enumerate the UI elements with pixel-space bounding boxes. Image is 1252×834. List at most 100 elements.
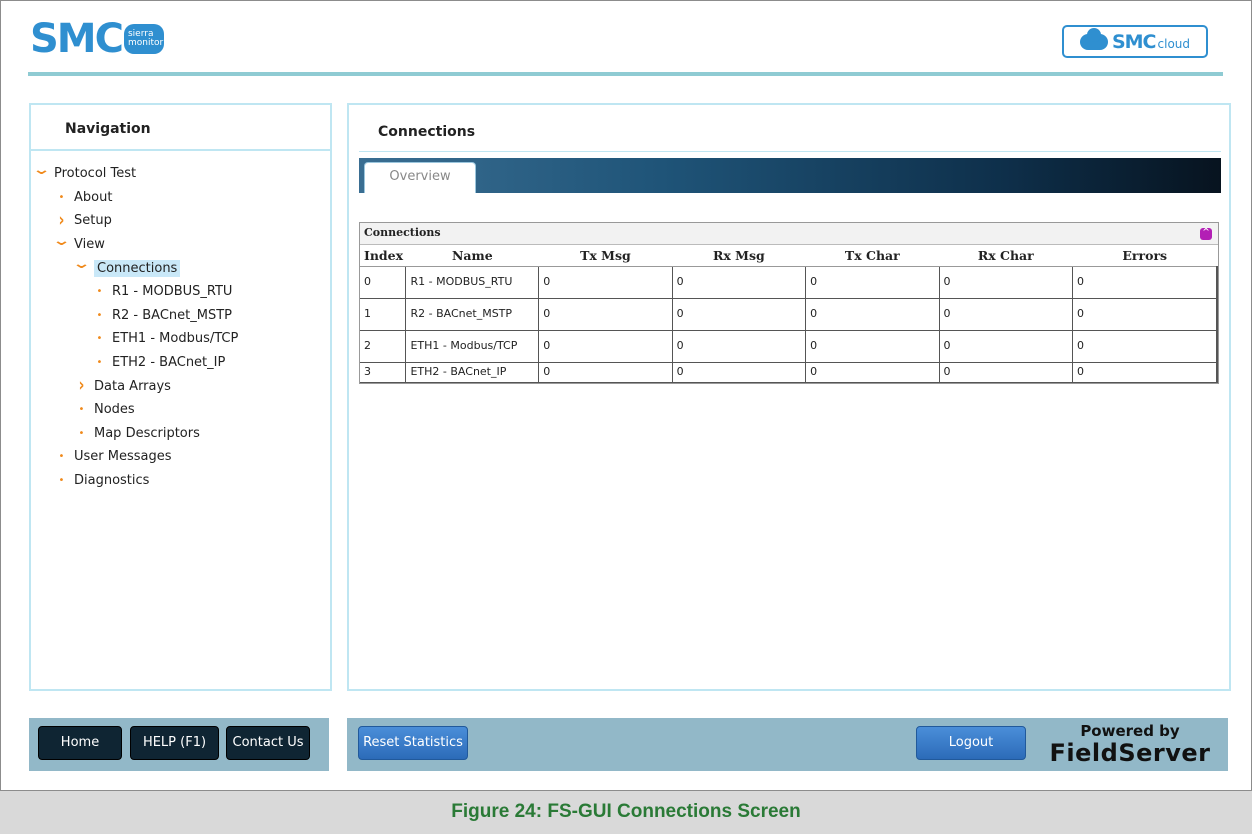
nav-item-r1-modbus-rtu[interactable]: • R1 - MODBUS_RTU xyxy=(33,280,330,304)
table-cell-errors: 0 xyxy=(1072,361,1218,383)
table-cell-rx-char: 0 xyxy=(938,329,1074,363)
table-cell-name: ETH2 - BACnet_IP xyxy=(405,361,540,383)
nav-item-about[interactable]: • About xyxy=(33,186,330,210)
column-header-rx-char: Rx Char xyxy=(939,245,1073,267)
nav-item-data-arrays[interactable]: › Data Arrays xyxy=(33,374,330,398)
nav-item-label: ETH2 - BACnet_IP xyxy=(112,355,226,371)
nav-item-label: About xyxy=(74,189,113,205)
nav-item-r2-bacnet-mstp[interactable]: • R2 - BACnet_MSTP xyxy=(33,304,330,328)
table-row[interactable]: 1 R2 - BACnet_MSTP 0 0 0 0 0 xyxy=(360,297,1218,331)
home-button[interactable]: Home xyxy=(38,726,122,760)
logo-sub-text: sierra monitor xyxy=(123,24,164,54)
column-header-tx-msg: Tx Msg xyxy=(538,245,673,267)
table-cell-rx-msg: 0 xyxy=(671,297,807,331)
table-cell-errors: 0 xyxy=(1072,297,1218,331)
table-cell-tx-char: 0 xyxy=(805,361,940,383)
nav-item-label: Nodes xyxy=(94,402,135,418)
navigation-title: Navigation xyxy=(31,105,330,151)
powered-by-text: Powered by xyxy=(1080,722,1180,740)
nav-item-setup[interactable]: › Setup xyxy=(33,209,330,233)
table-cell-tx-msg: 0 xyxy=(538,297,673,331)
table-cell-index: 3 xyxy=(360,361,407,383)
nav-item-label: Map Descriptors xyxy=(94,425,200,441)
contact-us-button[interactable]: Contact Us xyxy=(226,726,310,760)
table-cell-tx-char: 0 xyxy=(805,329,940,363)
bullet-icon: • xyxy=(96,309,103,321)
column-header-errors: Errors xyxy=(1072,245,1217,267)
table-row[interactable]: 3 ETH2 - BACnet_IP 0 0 0 0 0 xyxy=(360,361,1218,383)
nav-item-label: User Messages xyxy=(74,449,172,465)
nav-item-eth1-modbus-tcp[interactable]: • ETH1 - Modbus/TCP xyxy=(33,327,330,351)
tab-bar: Overview xyxy=(359,158,1221,193)
chevron-right-icon[interactable]: › xyxy=(75,376,88,397)
table-cell-name: R1 - MODBUS_RTU xyxy=(405,265,540,299)
table-caption: Connections ^ xyxy=(360,223,1218,245)
table-cell-rx-msg: 0 xyxy=(671,361,807,383)
figure-caption: Figure 24: FS-GUI Connections Screen xyxy=(0,790,1252,834)
content-panel: Connections Overview Connections ^ Index… xyxy=(347,103,1231,691)
table-caption-label: Connections xyxy=(364,226,441,239)
nav-item-connections[interactable]: ⌄ Connections xyxy=(33,256,330,280)
table-cell-errors: 0 xyxy=(1072,265,1218,299)
column-header-name: Name xyxy=(405,245,539,267)
chevron-down-icon[interactable]: ⌄ xyxy=(31,162,52,178)
bullet-icon: • xyxy=(58,191,65,203)
cloud-label: SMC cloud xyxy=(1111,30,1191,53)
navigation-tree: ⌄ Protocol Test • About › Setup ⌄ View ⌄ Connecti… xyxy=(31,151,330,492)
nav-item-label: Connections xyxy=(94,259,181,277)
nav-item-label: Setup xyxy=(74,213,112,229)
column-header-index: Index xyxy=(360,245,406,267)
nav-item-label: ETH1 - Modbus/TCP xyxy=(112,331,239,347)
table-cell-index: 2 xyxy=(360,329,407,363)
bullet-icon: • xyxy=(78,427,85,439)
reset-statistics-button[interactable]: Reset Statistics xyxy=(358,726,468,760)
collapse-icon[interactable]: ^ xyxy=(1200,228,1212,240)
table-row[interactable]: 2 ETH1 - Modbus/TCP 0 0 0 0 0 xyxy=(360,329,1218,363)
nav-item-user-messages[interactable]: • User Messages xyxy=(33,445,330,469)
table-cell-name: R2 - BACnet_MSTP xyxy=(405,297,540,331)
table-cell-rx-char: 0 xyxy=(938,361,1074,383)
column-header-tx-char: Tx Char xyxy=(805,245,940,267)
table-cell-rx-msg: 0 xyxy=(671,265,807,299)
cloud-icon xyxy=(1079,27,1108,50)
nav-item-diagnostics[interactable]: • Diagnostics xyxy=(33,469,330,493)
nav-item-label: R1 - MODBUS_RTU xyxy=(112,284,233,300)
bullet-icon: • xyxy=(78,404,85,416)
smc-cloud-button[interactable]: SMC cloud xyxy=(1062,25,1208,58)
tab-overview[interactable]: Overview xyxy=(364,162,476,193)
bullet-icon: • xyxy=(96,357,103,369)
chevron-right-icon[interactable]: › xyxy=(55,211,68,232)
table-row[interactable]: 0 R1 - MODBUS_RTU 0 0 0 0 0 xyxy=(360,265,1218,299)
bullet-icon: • xyxy=(58,451,65,463)
footer-right-bar: Reset Statistics Logout Powered by Field… xyxy=(347,718,1228,771)
table-cell-rx-char: 0 xyxy=(938,265,1074,299)
smc-logo: SMC sierra monitor xyxy=(30,18,164,60)
nav-item-label: View xyxy=(74,237,105,253)
page-title: Connections xyxy=(378,124,476,140)
nav-item-label: Diagnostics xyxy=(74,473,150,489)
header-divider xyxy=(28,72,1223,76)
chevron-down-icon[interactable]: ⌄ xyxy=(51,233,72,249)
column-header-rx-msg: Rx Msg xyxy=(672,245,806,267)
bullet-icon: • xyxy=(58,475,65,487)
table-cell-tx-msg: 0 xyxy=(538,329,673,363)
table-body: 0 R1 - MODBUS_RTU 0 0 0 0 0 1 R2 - BACnet_MSTP 0 0… xyxy=(360,265,1218,383)
bullet-icon: • xyxy=(96,333,103,345)
nav-item-view[interactable]: ⌄ View xyxy=(33,233,330,257)
content-divider xyxy=(359,151,1221,152)
bullet-icon: • xyxy=(96,286,103,298)
table-cell-tx-msg: 0 xyxy=(538,361,673,383)
table-cell-tx-char: 0 xyxy=(805,265,940,299)
nav-item-eth2-bacnet-ip[interactable]: • ETH2 - BACnet_IP xyxy=(33,351,330,375)
nav-item-nodes[interactable]: • Nodes xyxy=(33,398,330,422)
nav-item-label: Protocol Test xyxy=(54,166,137,182)
table-cell-tx-msg: 0 xyxy=(538,265,673,299)
connections-table: Index Name Tx Msg Rx Msg Tx Char Rx Char Error… xyxy=(360,245,1218,383)
logout-button[interactable]: Logout xyxy=(916,726,1026,760)
chevron-down-icon[interactable]: ⌄ xyxy=(71,256,92,272)
nav-item-map-descriptors[interactable]: • Map Descriptors xyxy=(33,422,330,446)
table-cell-index: 0 xyxy=(360,265,407,299)
fieldserver-logo: Powered by FieldServer xyxy=(1040,722,1220,767)
help-button[interactable]: HELP (F1) xyxy=(130,726,219,760)
nav-item-protocol-test[interactable]: ⌄ Protocol Test xyxy=(31,162,330,186)
